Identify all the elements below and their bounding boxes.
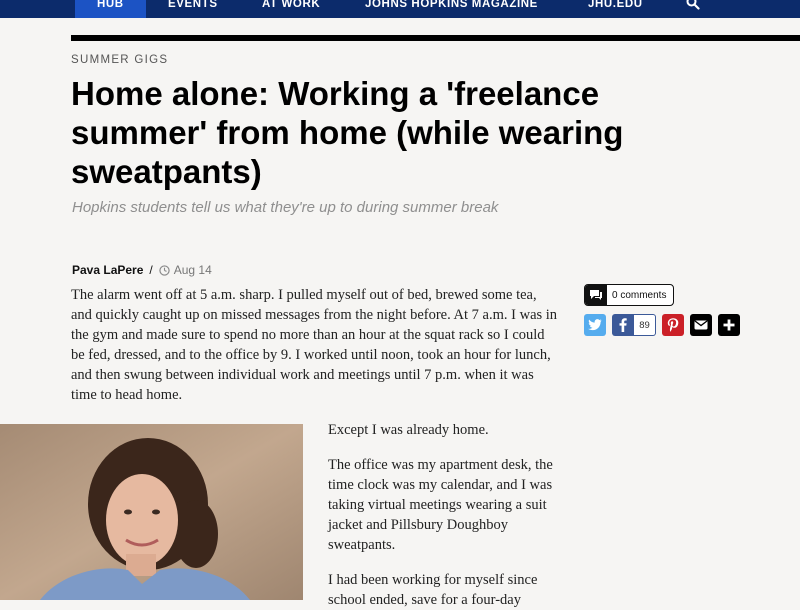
twitter-share-button[interactable] (584, 314, 606, 336)
nav-item-jhu-edu[interactable]: JHU.EDU (588, 0, 643, 18)
nav-extra-text: ···· ····· (708, 0, 737, 4)
email-share-button[interactable] (690, 314, 712, 336)
search-icon[interactable] (686, 0, 700, 10)
top-navigation: HUB EVENTS AT WORK JOHNS HOPKINS MAGAZIN… (0, 0, 800, 18)
twitter-icon (588, 319, 602, 331)
more-share-button[interactable] (718, 314, 740, 336)
nav-item-hub[interactable]: HUB (75, 0, 146, 18)
clock-icon (159, 264, 170, 276)
author-photo (0, 424, 303, 600)
article-dek: Hopkins students tell us what they're up… (72, 199, 499, 216)
facebook-share-button[interactable] (612, 314, 634, 336)
article-paragraph: The alarm went off at 5 a.m. sharp. I pu… (71, 287, 558, 403)
author-name[interactable]: Pava LaPere (72, 263, 143, 277)
comment-bubble-icon (585, 285, 607, 305)
section-label[interactable]: SUMMER GIGS (71, 54, 168, 66)
byline: Pava LaPere / Aug 14 (72, 262, 212, 278)
facebook-icon (619, 318, 627, 332)
comments-count-label: 0 comments (612, 289, 667, 301)
article-paragraph: Except I was already home. (328, 422, 489, 438)
email-icon (694, 320, 708, 330)
nav-item-events[interactable]: EVENTS (168, 0, 218, 18)
header-divider (71, 35, 800, 41)
article-title: Home alone: Working a 'freelance summer'… (71, 75, 624, 190)
pinterest-share-button[interactable] (662, 314, 684, 336)
article-paragraph: I had been working for myself since scho… (328, 572, 538, 608)
byline-separator: / (149, 263, 153, 277)
plus-icon (723, 319, 735, 331)
comments-button[interactable]: 0 comments (584, 284, 675, 306)
publish-date: Aug 14 (173, 263, 212, 277)
nav-item-at-work[interactable]: AT WORK (262, 0, 320, 18)
facebook-share-count: 89 (634, 314, 656, 336)
pinterest-icon (667, 318, 679, 332)
article-paragraph: The office was my apartment desk, the ti… (328, 457, 553, 553)
nav-item-johns-hopkins-magazine[interactable]: JOHNS HOPKINS MAGAZINE (365, 0, 538, 18)
